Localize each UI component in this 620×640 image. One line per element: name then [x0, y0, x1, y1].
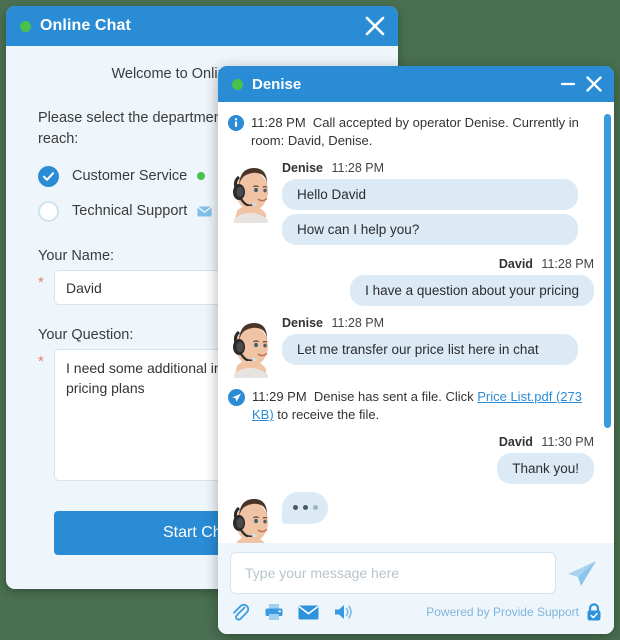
chat-titlebar: Denise	[218, 66, 614, 102]
message-meta: David 11:28 PM	[228, 257, 600, 271]
operator-avatar	[228, 161, 274, 223]
printer-icon[interactable]	[264, 603, 284, 621]
required-asterisk: *	[38, 270, 54, 296]
message-composer	[218, 543, 614, 594]
typing-dot	[293, 505, 298, 510]
window-controls	[558, 74, 604, 94]
powered-by[interactable]: Powered by Provide Support	[426, 603, 602, 621]
sound-icon[interactable]	[333, 603, 355, 621]
chat-operator-name: Denise	[252, 76, 301, 93]
screen: Online Chat Welcome to Online Support! P…	[0, 0, 620, 640]
department-status	[197, 206, 212, 217]
online-dot-icon	[20, 21, 31, 32]
department-label: Technical Support	[72, 203, 187, 219]
required-asterisk: *	[38, 349, 54, 375]
envelope-icon	[197, 206, 212, 217]
message-bubble: I have a question about your pricing	[350, 275, 594, 306]
operator-avatar	[228, 316, 274, 378]
message-bubble: How can I help you?	[282, 214, 578, 245]
file-message-text-before: Denise has sent a file. Click	[314, 389, 477, 404]
message-sender: Denise	[282, 316, 323, 330]
scrollbar-thumb[interactable]	[604, 114, 611, 428]
chat-window: Denise 11:28 PM Call accepted by operato…	[218, 66, 614, 634]
message-sender: David	[499, 435, 533, 449]
message-meta: David 11:30 PM	[228, 435, 600, 449]
typing-indicator-block	[228, 492, 600, 543]
chat-toolbar: Powered by Provide Support	[218, 594, 614, 634]
department-status	[197, 172, 205, 180]
message-bubble: Thank you!	[497, 453, 594, 484]
online-dot-icon	[232, 79, 243, 90]
operator-message-block: Denise 11:28 PM Let me transfer our pric…	[228, 316, 600, 378]
send-file-icon	[228, 389, 245, 411]
file-transfer-message: 11:29 PM Denise has sent a file. Click P…	[228, 388, 600, 425]
message-time: 11:30 PM	[541, 435, 594, 449]
prechat-title: Online Chat	[40, 17, 131, 35]
close-icon[interactable]	[364, 15, 386, 37]
operator-avatar	[228, 492, 274, 543]
message-time: 11:28 PM	[331, 161, 384, 175]
message-meta: Denise 11:28 PM	[282, 316, 578, 330]
visitor-message-block: David 11:28 PM I have a question about y…	[228, 257, 600, 310]
message-sender: David	[499, 257, 533, 271]
message-scrollbar[interactable]	[604, 108, 611, 537]
visitor-message-block: David 11:30 PM Thank you!	[228, 435, 600, 488]
envelope-icon[interactable]	[298, 605, 319, 620]
operator-message-column: Denise 11:28 PM Let me transfer our pric…	[282, 316, 600, 378]
message-time: 11:28 PM	[541, 257, 594, 271]
message-list[interactable]: 11:28 PM Call accepted by operator Denis…	[218, 102, 614, 543]
message-time: 11:28 PM	[331, 316, 384, 330]
lock-icon	[586, 603, 602, 621]
department-label: Customer Service	[72, 168, 187, 184]
file-message-text-after: to receive the file.	[274, 407, 380, 422]
powered-by-label: Powered by Provide Support	[426, 605, 579, 619]
message-sender: Denise	[282, 161, 323, 175]
info-icon	[228, 115, 244, 136]
online-dot-icon	[197, 172, 205, 180]
paperclip-icon[interactable]	[230, 602, 250, 622]
minimize-icon[interactable]	[558, 74, 578, 94]
message-bubble: Let me transfer our price list here in c…	[282, 334, 578, 365]
typing-indicator	[282, 492, 328, 524]
system-message-time: 11:28 PM	[251, 115, 306, 130]
prechat-titlebar: Online Chat	[6, 6, 398, 46]
file-message-time: 11:29 PM	[252, 389, 307, 404]
send-icon[interactable]	[562, 553, 602, 593]
system-message: 11:28 PM Call accepted by operator Denis…	[228, 114, 600, 151]
typing-dot	[303, 505, 308, 510]
message-input[interactable]	[230, 552, 556, 594]
message-meta: Denise 11:28 PM	[282, 161, 578, 175]
operator-message-column: Denise 11:28 PM Hello David How can I he…	[282, 161, 600, 249]
radio-unselected-icon[interactable]	[38, 201, 59, 222]
operator-message-block: Denise 11:28 PM Hello David How can I he…	[228, 161, 600, 249]
radio-selected-icon[interactable]	[38, 166, 59, 187]
close-icon[interactable]	[584, 74, 604, 94]
message-bubble: Hello David	[282, 179, 578, 210]
typing-dot	[313, 505, 318, 510]
